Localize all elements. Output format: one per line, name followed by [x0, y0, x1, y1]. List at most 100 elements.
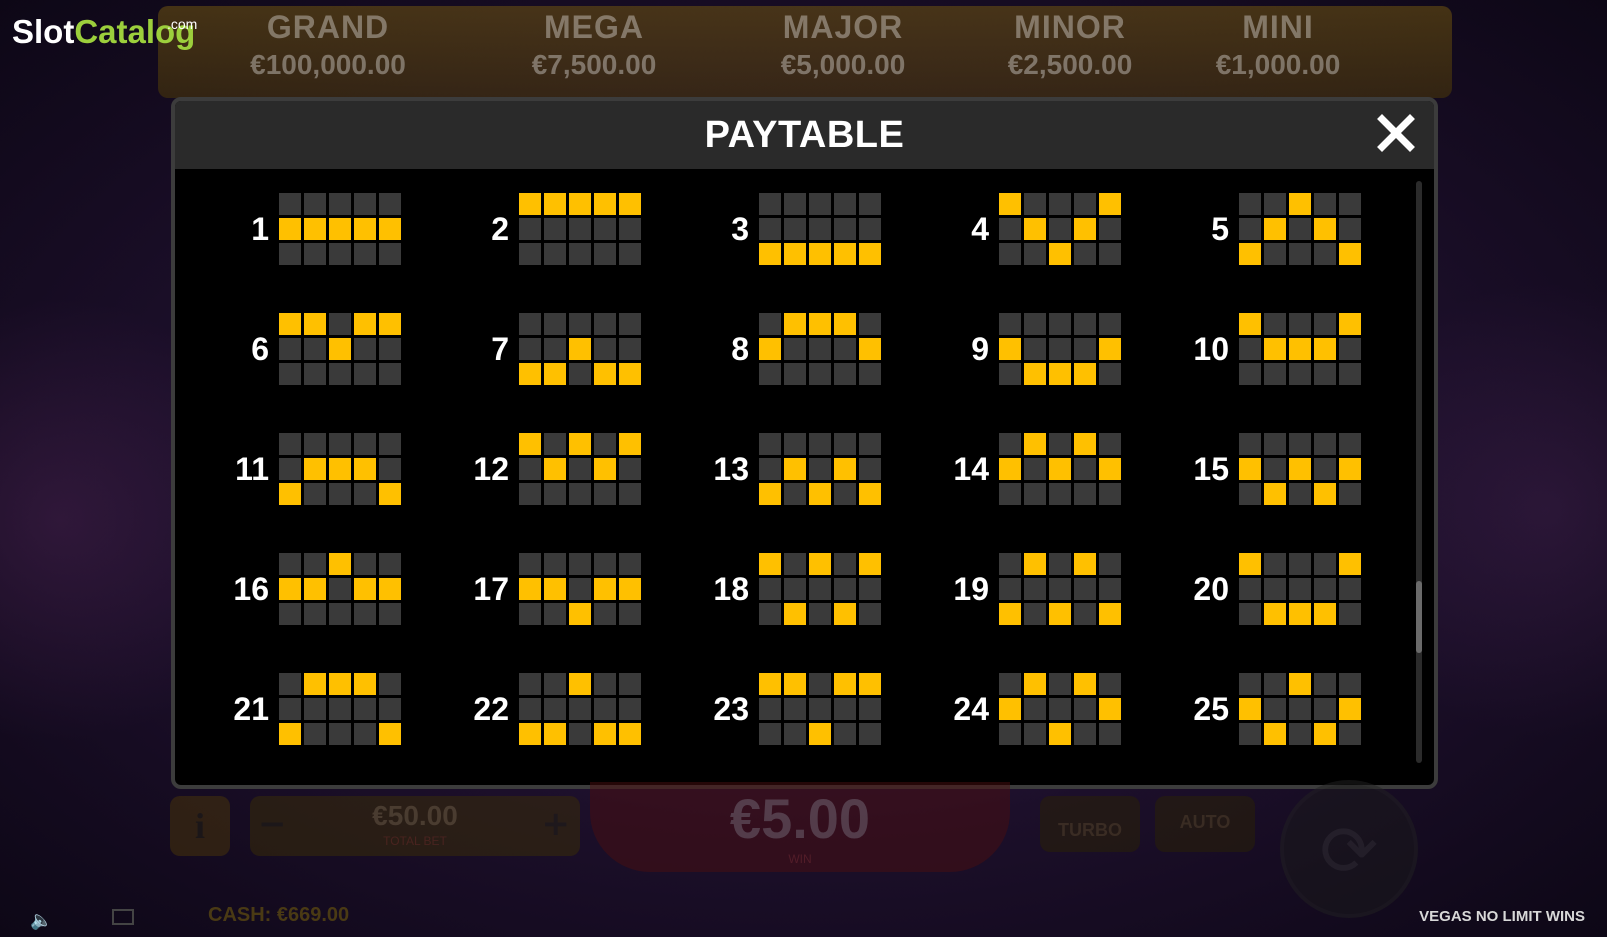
- payline-cell: [519, 218, 541, 240]
- payline-cell: [354, 363, 376, 385]
- payline-cell: [759, 698, 781, 720]
- payline-cell-active: [1339, 243, 1361, 265]
- payline-number: 15: [1193, 451, 1229, 487]
- payline-number: 7: [491, 331, 509, 367]
- payline-item: 11: [175, 433, 415, 508]
- payline-cell-active: [544, 458, 566, 480]
- payline-cell: [329, 723, 351, 745]
- payline-cell: [1024, 698, 1046, 720]
- scrollbar-thumb[interactable]: [1416, 581, 1422, 653]
- payline-cell: [1099, 553, 1121, 575]
- payline-cell: [759, 433, 781, 455]
- payline-cell: [784, 363, 806, 385]
- payline-cell-active: [594, 363, 616, 385]
- jackpot-major: MAJOR €5,000.00: [738, 10, 948, 92]
- payline-cell: [1239, 338, 1261, 360]
- payline-item: 19: [895, 553, 1135, 628]
- payline-cell: [619, 553, 641, 575]
- payline-cell-active: [329, 458, 351, 480]
- payline-cell: [1314, 363, 1336, 385]
- payline-cell: [1264, 193, 1286, 215]
- auto-button[interactable]: AUTO: [1155, 796, 1255, 852]
- bet-increase-button[interactable]: +: [542, 804, 571, 844]
- payline-cell: [1314, 673, 1336, 695]
- payline-cell: [759, 218, 781, 240]
- payline-cell-active: [1264, 723, 1286, 745]
- payline-cell-active: [1049, 458, 1071, 480]
- payline-cell-active: [1239, 553, 1261, 575]
- payline-cell: [379, 698, 401, 720]
- payline-cell: [1289, 363, 1311, 385]
- payline-cell: [784, 338, 806, 360]
- payline-cell-active: [834, 673, 856, 695]
- payline-cell-active: [354, 313, 376, 335]
- payline-cell: [1339, 338, 1361, 360]
- payline-cell: [569, 313, 591, 335]
- jackpot-grand: GRAND €100,000.00: [208, 10, 448, 92]
- payline-cell: [1289, 218, 1311, 240]
- payline-cell: [834, 363, 856, 385]
- info-button[interactable]: i: [170, 796, 230, 856]
- payline-cell: [1339, 603, 1361, 625]
- payline-cell: [784, 218, 806, 240]
- payline-cell-active: [379, 218, 401, 240]
- payline-cell: [1024, 723, 1046, 745]
- payline-cell: [1024, 458, 1046, 480]
- payline-cell-active: [1024, 673, 1046, 695]
- payline-cell: [1239, 363, 1261, 385]
- payline-cell: [304, 553, 326, 575]
- payline-cell: [544, 433, 566, 455]
- payline-cell: [1074, 313, 1096, 335]
- payline-cell-active: [1049, 723, 1071, 745]
- payline-item: 4: [895, 193, 1135, 268]
- payline-cell-active: [1239, 458, 1261, 480]
- scrollbar[interactable]: [1416, 181, 1422, 763]
- payline-cell-active: [1264, 483, 1286, 505]
- turbo-button[interactable]: TURBO: [1040, 796, 1140, 852]
- payline-cell: [1264, 243, 1286, 265]
- total-bet-box: − €50.00 TOTAL BET +: [250, 796, 580, 856]
- payline-cell-active: [544, 363, 566, 385]
- payline-pattern: [999, 553, 1121, 625]
- payline-cell: [1099, 578, 1121, 600]
- payline-cell: [354, 243, 376, 265]
- payline-number: 22: [473, 691, 509, 727]
- payline-cell-active: [1314, 483, 1336, 505]
- payline-cell-active: [304, 458, 326, 480]
- payline-cell: [859, 313, 881, 335]
- payline-cell: [354, 338, 376, 360]
- payline-cell: [544, 698, 566, 720]
- payline-cell-active: [619, 723, 641, 745]
- payline-cell: [354, 723, 376, 745]
- payline-cell: [1024, 338, 1046, 360]
- payline-cell-active: [1339, 553, 1361, 575]
- payline-cell: [1049, 433, 1071, 455]
- payline-cell-active: [859, 483, 881, 505]
- payline-cell: [809, 673, 831, 695]
- payline-cell: [594, 483, 616, 505]
- jackpot-mini: MINI €1,000.00: [1186, 10, 1370, 92]
- payline-cell: [519, 673, 541, 695]
- fullscreen-icon[interactable]: [112, 909, 134, 925]
- payline-cell: [1024, 578, 1046, 600]
- spin-button[interactable]: ⟳: [1280, 780, 1418, 918]
- payline-cell-active: [1314, 723, 1336, 745]
- payline-cell-active: [354, 218, 376, 240]
- payline-cell-active: [1074, 363, 1096, 385]
- payline-cell-active: [1314, 218, 1336, 240]
- payline-item: 20: [1135, 553, 1375, 628]
- payline-cell: [329, 578, 351, 600]
- payline-cell: [999, 553, 1021, 575]
- sound-icon[interactable]: 🔈: [30, 910, 52, 931]
- payline-cell: [1289, 313, 1311, 335]
- payline-cell: [999, 243, 1021, 265]
- payline-number: 20: [1193, 571, 1229, 607]
- bet-decrease-button[interactable]: −: [258, 804, 287, 844]
- close-icon: [1377, 114, 1415, 152]
- payline-cell: [859, 578, 881, 600]
- close-button[interactable]: [1376, 113, 1416, 153]
- payline-cell-active: [759, 673, 781, 695]
- payline-cell: [304, 338, 326, 360]
- payline-cell-active: [1049, 243, 1071, 265]
- payline-cell: [1099, 363, 1121, 385]
